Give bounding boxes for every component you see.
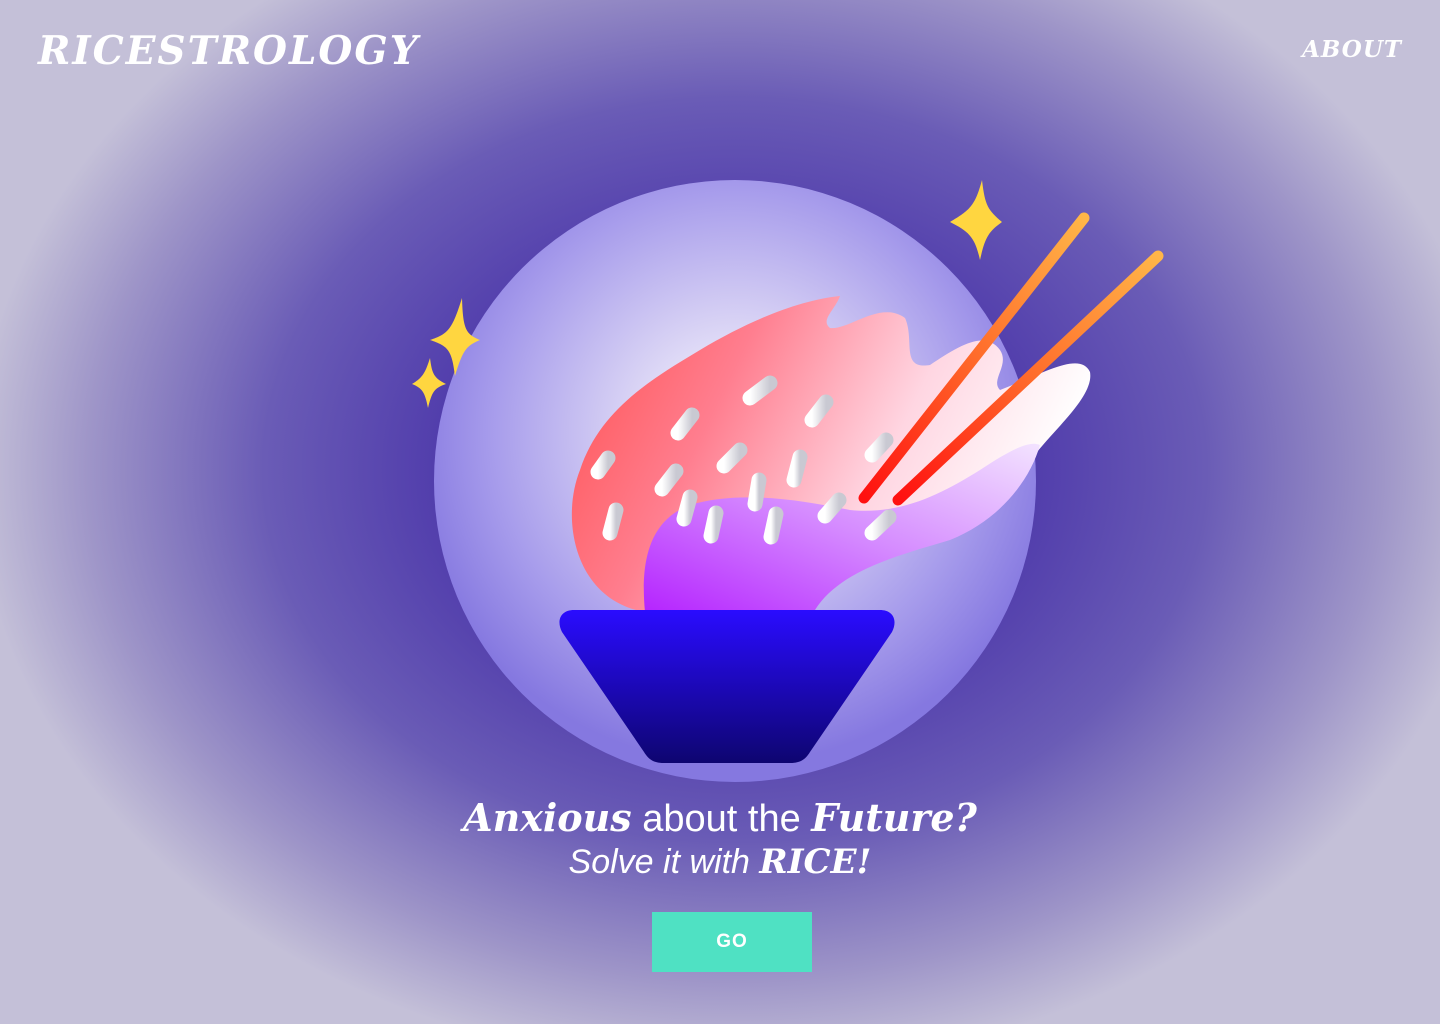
- headline-anxious: Anxious: [463, 795, 632, 840]
- sparkle-icon: [950, 180, 1002, 260]
- rice-grain: [786, 449, 808, 488]
- go-button[interactable]: GO: [652, 912, 812, 972]
- hero-headline: Anxious about the Future?: [0, 797, 1440, 841]
- rice-grain: [602, 502, 624, 541]
- headline-future: Future?: [811, 795, 977, 840]
- rice-grain: [676, 489, 698, 527]
- rice-grain: [864, 432, 894, 463]
- subline-rice: RICE!: [759, 842, 872, 882]
- hero-subline: Solve it with RICE!: [0, 842, 1440, 882]
- rice-grain: [590, 450, 616, 480]
- rice-grain: [817, 492, 847, 524]
- rice-grain: [703, 505, 724, 544]
- headline-about-the: about the: [631, 798, 812, 840]
- rice-grain: [763, 506, 784, 545]
- subline-solve: Solve it with: [568, 843, 760, 881]
- rice-grain: [747, 472, 767, 512]
- sparkle-icon: [412, 358, 446, 408]
